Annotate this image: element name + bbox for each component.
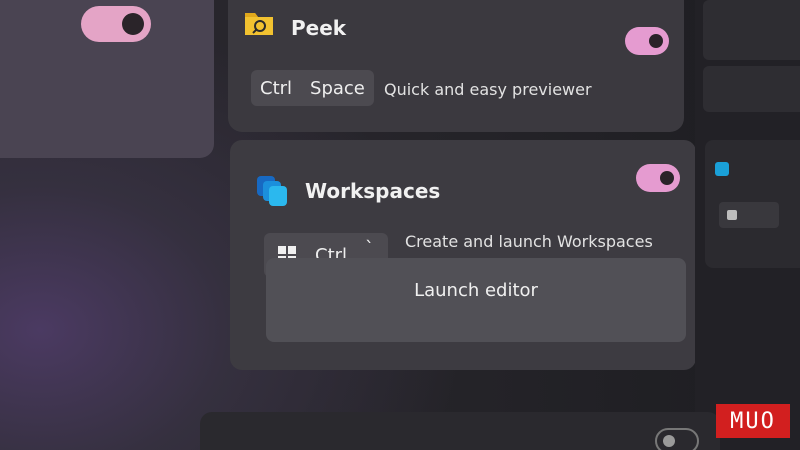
toggle-knob: [660, 171, 674, 185]
muo-logo: MUO: [716, 404, 790, 438]
toggle-knob: [663, 435, 675, 447]
folder-magnifier-icon: [245, 13, 273, 35]
workspaces-description: Create and launch Workspaces: [405, 232, 653, 251]
toggle-knob: [122, 13, 144, 35]
workspaces-title: Workspaces: [305, 179, 441, 203]
workspaces-icon: [257, 176, 287, 206]
text-extractor-icon: [715, 162, 729, 176]
key-ctrl: Ctrl: [260, 77, 293, 99]
peek-shortcut: Ctrl Space: [251, 70, 374, 106]
toggle-knob: [649, 34, 663, 48]
right-column-item: [703, 20, 800, 60]
peek-description: Quick and easy previewer: [384, 80, 592, 99]
left-utility-card: [0, 0, 214, 158]
left-utility-toggle[interactable]: [81, 6, 151, 42]
right-column-item: [703, 66, 800, 112]
peek-title: Peek: [291, 16, 347, 40]
text-extractor-shortcut: [719, 202, 779, 228]
windows-key-icon: [727, 210, 737, 220]
launch-editor-button[interactable]: Launch editor: [266, 258, 686, 342]
workspaces-toggle[interactable]: [636, 164, 680, 192]
bottom-card: [200, 412, 720, 450]
key-space: Space: [310, 77, 365, 99]
text-extractor-card: [705, 140, 800, 268]
key-backtick: `: [365, 237, 375, 259]
peek-toggle[interactable]: [625, 27, 669, 55]
screen: Peek Ctrl Space Quick and easy previewer…: [0, 0, 800, 450]
bottom-toggle[interactable]: [655, 428, 699, 450]
